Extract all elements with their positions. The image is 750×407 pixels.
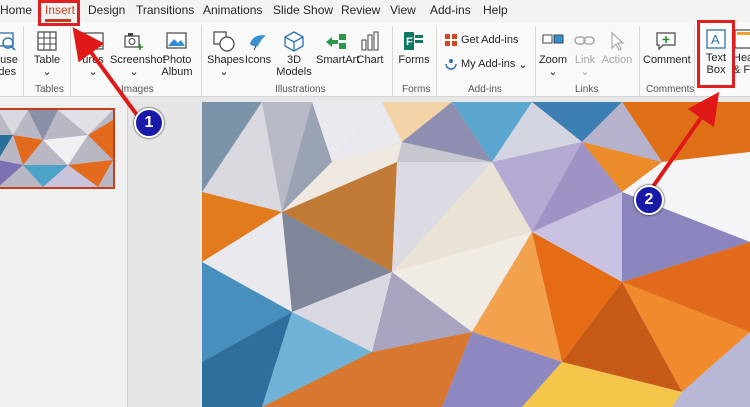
link-icon <box>574 36 595 45</box>
chart-label: Chart <box>356 54 384 66</box>
tab-review[interactable]: Review <box>341 3 380 17</box>
tab-design[interactable]: Design <box>88 3 125 17</box>
tab-view[interactable]: View <box>390 3 416 17</box>
pictures-label: ures <box>82 54 104 66</box>
tab-home[interactable]: Home <box>0 3 32 17</box>
chevron-down-icon: ⌄ <box>129 66 139 78</box>
thumbnail-polygon-image <box>0 110 113 187</box>
header-footer-button[interactable]: Hea & Fo <box>733 28 750 76</box>
photo-album-label-1: Photo <box>162 54 192 66</box>
smartart-label: SmartArt <box>316 54 360 66</box>
smartart-button[interactable]: SmartArt <box>316 30 360 66</box>
table-label: Table <box>33 54 61 66</box>
bird-icon <box>250 35 266 51</box>
cube-icon <box>284 31 304 52</box>
action-label: Action <box>601 54 633 66</box>
reuse-label-2: ides <box>0 66 17 78</box>
tab-slide-show[interactable]: Slide Show <box>273 3 333 17</box>
chevron-down-icon: ⌄ <box>580 66 590 78</box>
get-add-ins-label: Get Add-ins <box>461 34 519 46</box>
comment-label: Comment <box>643 54 691 66</box>
screenshot-icon <box>124 33 143 50</box>
group-separator <box>201 26 202 96</box>
step-2-badge: 2 <box>634 185 664 215</box>
link-label: Link <box>574 54 596 66</box>
photo-album-button[interactable]: Photo Album <box>159 30 195 78</box>
forms-button[interactable]: F Forms <box>398 30 430 66</box>
tab-add-ins[interactable]: Add-ins <box>430 3 471 17</box>
svg-text:F: F <box>406 36 413 48</box>
comment-icon <box>656 32 676 51</box>
group-separator <box>694 26 695 96</box>
store-icon <box>445 34 457 46</box>
add-in-icon <box>445 59 457 70</box>
my-add-ins-button[interactable]: My Add-ins ⌄ <box>444 57 528 71</box>
group-separator <box>23 26 24 96</box>
group-label-add-ins: Add-ins <box>468 84 502 95</box>
forms-icon: F <box>404 32 423 50</box>
chart-button[interactable]: Chart <box>356 30 384 66</box>
group-separator <box>639 26 640 96</box>
icons-button[interactable]: Icons <box>243 30 273 66</box>
link-button[interactable]: Link ⌄ <box>570 30 600 78</box>
header-footer-label-2: & Fo <box>733 64 750 76</box>
photo-album-icon <box>166 32 187 49</box>
action-button[interactable]: Action <box>601 30 633 66</box>
3d-models-label-2: Models <box>276 66 312 78</box>
reuse-slides-icon <box>0 32 16 51</box>
group-separator <box>392 26 393 96</box>
reuse-slides-button[interactable]: euse ides <box>0 30 18 78</box>
group-label-comments: Comments <box>646 84 695 95</box>
text-box-highlight <box>697 20 735 88</box>
3d-models-label-1: 3D <box>286 54 302 66</box>
zoom-label: Zoom <box>538 54 568 66</box>
tab-help[interactable]: Help <box>483 3 508 17</box>
shapes-icon <box>213 31 235 52</box>
comment-button[interactable]: Comment <box>643 30 691 66</box>
group-label-images: Images <box>121 84 154 95</box>
group-label-tables: Tables <box>35 84 64 95</box>
chevron-down-icon: ⌄ <box>42 66 52 78</box>
header-footer-icon <box>734 29 750 49</box>
3d-models-button[interactable]: 3D Models <box>274 30 314 78</box>
forms-label: Forms <box>398 54 430 66</box>
tab-animations[interactable]: Animations <box>203 3 262 17</box>
shapes-label: Shapes <box>207 54 245 66</box>
insert-tab-highlight <box>38 0 80 26</box>
header-footer-label-1: Hea <box>733 52 750 64</box>
screenshot-label: Screenshot <box>110 54 166 66</box>
get-add-ins-button[interactable]: Get Add-ins <box>444 33 518 47</box>
pictures-button[interactable]: ures ⌄ <box>76 30 110 78</box>
slide-thumbnail-1[interactable] <box>0 108 115 189</box>
action-icon <box>611 31 625 51</box>
reuse-label-1: euse <box>0 54 18 66</box>
pictures-icon <box>82 32 104 50</box>
smartart-icon <box>326 34 346 49</box>
zoom-button[interactable]: Zoom ⌄ <box>538 30 568 78</box>
ribbon-tab-bar: Home Insert Design Transitions Animation… <box>0 0 750 22</box>
group-label-forms: Forms <box>402 84 431 95</box>
group-separator <box>436 26 437 96</box>
bar-chart-icon <box>361 31 379 51</box>
chevron-down-icon: ⌄ <box>219 66 229 78</box>
shapes-button[interactable]: Shapes ⌄ <box>207 30 245 78</box>
screenshot-button[interactable]: Screenshot ⌄ <box>110 30 166 78</box>
icons-label: Icons <box>244 54 272 66</box>
photo-album-label-2: Album <box>161 66 193 78</box>
table-icon <box>37 31 57 51</box>
chevron-down-icon: ⌄ <box>88 66 98 78</box>
table-button[interactable]: Table ⌄ <box>30 30 64 78</box>
tab-transitions[interactable]: Transitions <box>136 3 194 17</box>
group-separator <box>535 26 536 96</box>
group-label-illustrations: Illustrations <box>275 84 326 95</box>
group-label-links: Links <box>575 84 599 95</box>
chevron-down-icon: ⌄ <box>518 58 528 71</box>
chevron-down-icon: ⌄ <box>548 66 558 78</box>
group-separator <box>70 26 71 96</box>
zoom-icon <box>542 34 564 44</box>
my-add-ins-label: My Add-ins <box>461 58 516 70</box>
current-slide[interactable] <box>202 102 750 407</box>
polygon-background-image <box>202 102 750 407</box>
step-1-badge: 1 <box>134 108 164 138</box>
